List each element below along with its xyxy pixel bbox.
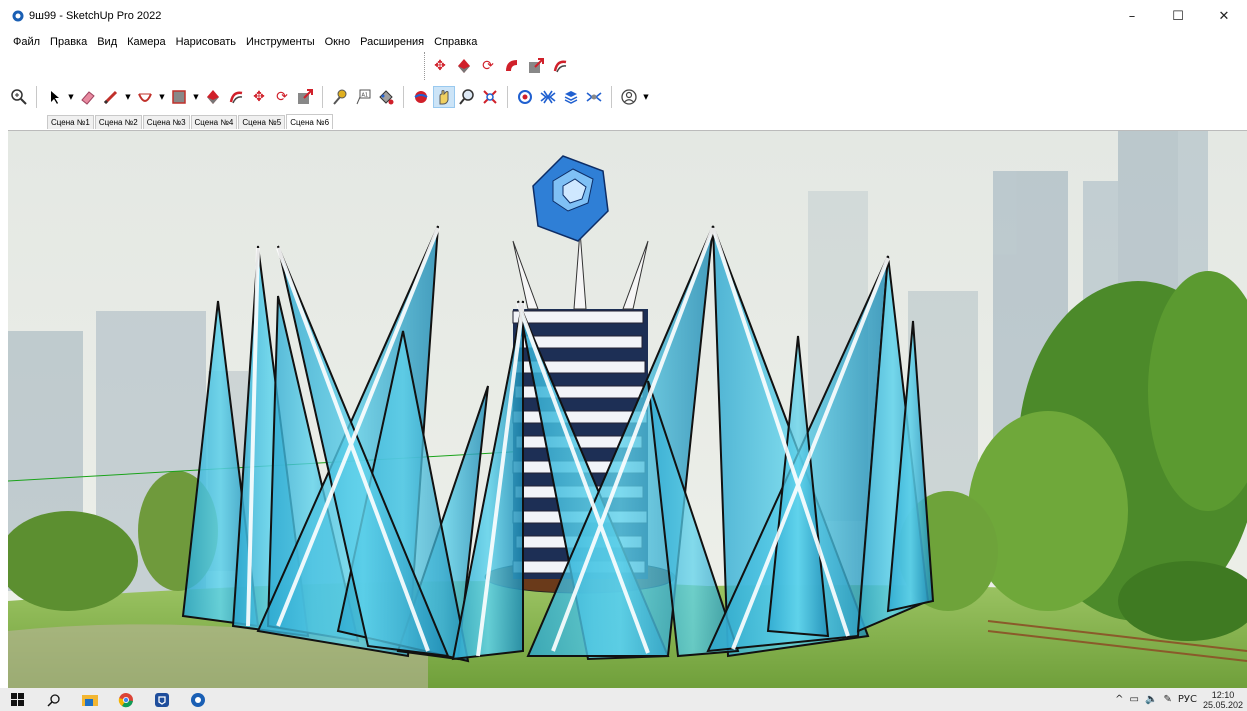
volume-icon[interactable]: 🔈 bbox=[1145, 694, 1157, 705]
scene-tabs: Сцена №1 Сцена №2 Сцена №3 Сцена №4 Сцен… bbox=[47, 114, 334, 129]
floating-toolbar: ✥ ⟳ bbox=[424, 52, 571, 80]
select-icon[interactable] bbox=[43, 86, 65, 108]
title-bar: 9ш99 - SketchUp Pro 2022 – ☐ ✕ bbox=[0, 0, 1247, 32]
eraser-icon[interactable] bbox=[77, 86, 99, 108]
search-icon[interactable] bbox=[36, 688, 72, 711]
scene-tab-4[interactable]: Сцена №4 bbox=[190, 115, 238, 129]
scene-tab-6[interactable]: Сцена №6 bbox=[286, 114, 334, 129]
menu-window[interactable]: Окно bbox=[320, 36, 356, 48]
svg-text:A1: A1 bbox=[362, 93, 369, 99]
menu-help[interactable]: Справка bbox=[429, 36, 482, 48]
layout-icon[interactable] bbox=[560, 86, 582, 108]
menu-file[interactable]: Файл bbox=[8, 36, 45, 48]
rectangle-icon[interactable] bbox=[168, 86, 190, 108]
pencil-dropdown-icon[interactable]: ▼ bbox=[123, 86, 133, 108]
menu-bar: Файл Правка Вид Камера Нарисовать Инстру… bbox=[0, 33, 482, 51]
scale-icon[interactable] bbox=[525, 55, 547, 77]
push-pull-icon[interactable] bbox=[453, 55, 475, 77]
push-pull-icon[interactable] bbox=[202, 86, 224, 108]
paint-bucket-icon[interactable] bbox=[375, 86, 397, 108]
scene-tab-3[interactable]: Сцена №3 bbox=[142, 115, 190, 129]
offset-icon[interactable] bbox=[225, 86, 247, 108]
clock-date: 25.05.202 bbox=[1202, 699, 1243, 710]
window-title: 9ш99 - SketchUp Pro 2022 bbox=[29, 10, 162, 22]
extension-warehouse-icon[interactable] bbox=[537, 86, 559, 108]
arc-dropdown-icon[interactable]: ▼ bbox=[157, 86, 167, 108]
rectangle-dropdown-icon[interactable]: ▼ bbox=[191, 86, 201, 108]
model-canvas bbox=[8, 131, 1247, 688]
file-explorer-icon[interactable] bbox=[72, 688, 108, 711]
extension-manager-icon[interactable] bbox=[583, 86, 605, 108]
model-viewport[interactable] bbox=[8, 130, 1247, 688]
menu-view[interactable]: Вид bbox=[92, 36, 122, 48]
app-shield-icon[interactable] bbox=[144, 688, 180, 711]
sketchup-icon[interactable] bbox=[180, 688, 216, 711]
scale-icon[interactable] bbox=[294, 86, 316, 108]
zoom-extents-icon[interactable] bbox=[479, 86, 501, 108]
toolbar-separator bbox=[403, 86, 404, 108]
chevron-up-icon[interactable]: ^ bbox=[1115, 694, 1123, 705]
minimize-button[interactable]: – bbox=[1109, 0, 1155, 32]
sketchup-app-icon bbox=[12, 10, 24, 22]
windows-start-icon[interactable] bbox=[0, 688, 36, 711]
zoom-icon[interactable] bbox=[456, 86, 478, 108]
move-icon[interactable]: ✥ bbox=[248, 86, 270, 108]
clock[interactable]: 12:10 25.05.202 bbox=[1203, 690, 1243, 710]
sketchup-window: 9ш99 - SketchUp Pro 2022 – ☐ ✕ Файл Прав… bbox=[0, 0, 1247, 711]
pencil-icon[interactable] bbox=[100, 86, 122, 108]
window-controls: – ☐ ✕ bbox=[1109, 0, 1247, 32]
scene-tab-5[interactable]: Сцена №5 bbox=[238, 115, 286, 129]
pen-icon[interactable]: ✎ bbox=[1163, 694, 1171, 705]
network-icon[interactable]: ▭ bbox=[1130, 694, 1139, 705]
toolbar-separator bbox=[36, 86, 37, 108]
scene-tab-1[interactable]: Сцена №1 bbox=[47, 115, 94, 129]
rotate-icon[interactable]: ⟳ bbox=[271, 86, 293, 108]
orbit-icon[interactable] bbox=[410, 86, 432, 108]
clock-time: 12:10 bbox=[1211, 689, 1235, 700]
scene-tab-2[interactable]: Сцена №2 bbox=[94, 115, 142, 129]
close-button[interactable]: ✕ bbox=[1201, 0, 1247, 32]
menu-draw[interactable]: Нарисовать bbox=[171, 36, 241, 48]
system-tray: ^ ▭ 🔈 ✎ РУС 12:10 25.05.202 bbox=[1115, 688, 1247, 711]
menu-extensions[interactable]: Расширения bbox=[355, 36, 429, 48]
menu-edit[interactable]: Правка bbox=[45, 36, 92, 48]
menu-camera[interactable]: Камера bbox=[122, 36, 170, 48]
move-icon[interactable]: ✥ bbox=[429, 55, 451, 77]
pan-icon[interactable] bbox=[433, 86, 455, 108]
maximize-button[interactable]: ☐ bbox=[1155, 0, 1201, 32]
rotate-icon[interactable]: ⟳ bbox=[477, 55, 499, 77]
toolbar-separator bbox=[507, 86, 508, 108]
warehouse-icon[interactable] bbox=[514, 86, 536, 108]
select-dropdown-icon[interactable]: ▼ bbox=[66, 86, 76, 108]
account-icon[interactable] bbox=[618, 86, 640, 108]
windows-taskbar: ^ ▭ 🔈 ✎ РУС 12:10 25.05.202 bbox=[0, 688, 1247, 711]
text-icon[interactable]: A1 bbox=[352, 86, 374, 108]
chrome-icon[interactable] bbox=[108, 688, 144, 711]
main-toolbar: ▼ ▼ ▼ ▼ ✥ ⟳ A1 ▼ bbox=[8, 82, 651, 112]
account-dropdown-icon[interactable]: ▼ bbox=[641, 86, 651, 108]
follow-me-icon[interactable] bbox=[501, 55, 523, 77]
offset-icon[interactable] bbox=[549, 55, 571, 77]
language-indicator[interactable]: РУС bbox=[1178, 694, 1197, 705]
toolbar-separator bbox=[611, 86, 612, 108]
tape-measure-icon[interactable] bbox=[329, 86, 351, 108]
arc-icon[interactable] bbox=[134, 86, 156, 108]
toolbar-separator bbox=[322, 86, 323, 108]
zoom-window-icon[interactable] bbox=[8, 86, 30, 108]
menu-tools[interactable]: Инструменты bbox=[241, 36, 320, 48]
